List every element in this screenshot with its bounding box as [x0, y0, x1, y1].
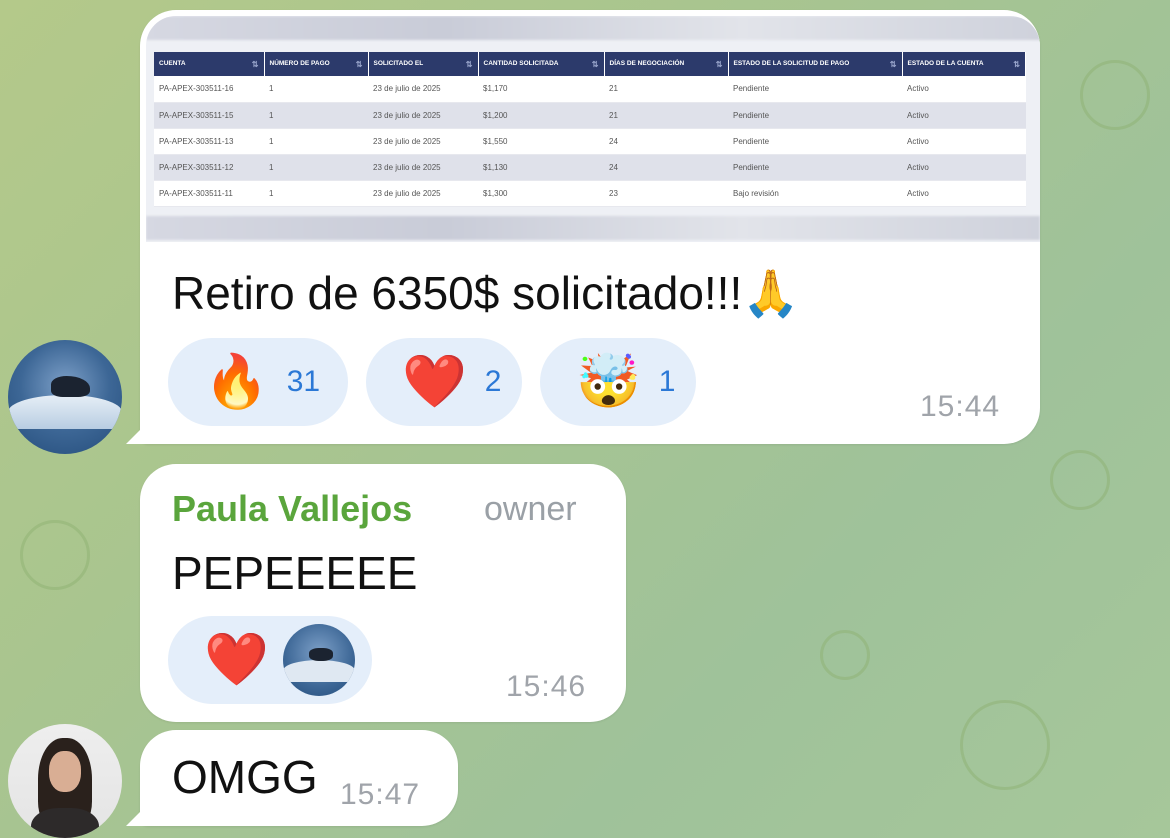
reaction-count: 1 — [658, 365, 676, 398]
fire-icon: 🔥 — [204, 353, 269, 411]
cell-account: PA-APEX-303511-12 — [154, 154, 264, 181]
cell-days: 24 — [604, 154, 728, 181]
cell-amount: $1,300 — [478, 180, 604, 207]
cell-amount: $1,550 — [478, 128, 604, 155]
reaction-count: 2 — [484, 365, 502, 398]
cell-days: 23 — [604, 180, 728, 207]
cell-request-status: Pendiente — [728, 128, 902, 155]
message-text: Retiro de 6350$ solicitado!!!🙏 — [172, 266, 800, 321]
cell-account: PA-APEX-303511-11 — [154, 180, 264, 207]
sender-name[interactable]: Paula Vallejos — [172, 488, 412, 530]
reactor-avatar — [282, 624, 355, 696]
cell-account: PA-APEX-303511-16 — [154, 76, 264, 103]
reaction-exploding-head[interactable]: 🤯 1 — [540, 338, 696, 426]
message-bubble-paula[interactable]: Paula Vallejos owner PEPEEEEE ❤️ 15:46 — [140, 464, 626, 722]
message-text-content: Retiro de 6350$ solicitado!!! — [172, 267, 743, 319]
column-header: SOLICITADO EL ⇅ — [368, 52, 479, 76]
cell-account-status: Activo — [902, 128, 1026, 155]
cell-account-status: Activo — [902, 180, 1026, 207]
reaction-count: 31 — [286, 365, 321, 398]
background-doodle — [1050, 450, 1110, 510]
cell-payment-number: 1 — [264, 76, 368, 103]
background-doodle — [820, 630, 870, 680]
cell-request-status: Pendiente — [728, 154, 902, 181]
payments-table: CUENTA ⇅ NÚMERO DE PAGO ⇅ SOLICITADO EL ⇅ C… — [154, 52, 1026, 207]
reaction-heart[interactable]: ❤️ 2 — [366, 338, 522, 426]
avatar-face — [49, 751, 81, 793]
exploding-head-icon: 🤯 — [576, 353, 641, 411]
heart-icon: ❤️ — [204, 631, 269, 689]
table-row: PA-APEX-303511-13 1 23 de julio de 2025 … — [154, 128, 1026, 155]
cell-account-status: Activo — [902, 102, 1026, 129]
cell-request-status: Pendiente — [728, 76, 902, 103]
cell-amount: $1,200 — [478, 102, 604, 129]
avatar-jetski — [51, 376, 91, 397]
column-header: ESTADO DE LA CUENTA ⇅ — [902, 52, 1026, 76]
cell-requested-on: 23 de julio de 2025 — [368, 128, 478, 155]
cell-days: 21 — [604, 76, 728, 103]
background-doodle — [20, 520, 90, 590]
cell-requested-on: 23 de julio de 2025 — [368, 102, 478, 129]
bubble-tail — [126, 804, 148, 826]
avatar-woman-user[interactable] — [8, 724, 122, 838]
cell-requested-on: 23 de julio de 2025 — [368, 154, 478, 181]
payments-table-image[interactable]: CUENTA ⇅ NÚMERO DE PAGO ⇅ SOLICITADO EL ⇅ C… — [146, 16, 1040, 242]
image-blur-top — [146, 16, 1040, 40]
heart-icon: ❤️ — [402, 353, 467, 411]
column-header: NÚMERO DE PAGO ⇅ — [264, 52, 369, 76]
table-header-row: CUENTA ⇅ NÚMERO DE PAGO ⇅ SOLICITADO EL ⇅ C… — [154, 52, 1026, 76]
cell-days: 21 — [604, 102, 728, 129]
message-time: 15:46 — [506, 670, 587, 703]
table-row: PA-APEX-303511-15 1 23 de julio de 2025 … — [154, 102, 1026, 129]
message-bubble-withdrawal[interactable]: CUENTA ⇅ NÚMERO DE PAGO ⇅ SOLICITADO EL ⇅ C… — [126, 10, 1040, 444]
cell-account-status: Activo — [902, 76, 1026, 103]
background-doodle — [1080, 60, 1150, 130]
cell-request-status: Pendiente — [728, 102, 902, 129]
avatar-body — [30, 808, 100, 838]
cell-request-status: Bajo revisión — [728, 180, 902, 207]
cell-requested-on: 23 de julio de 2025 — [368, 76, 478, 103]
avatar-wave — [8, 394, 122, 429]
cell-payment-number: 1 — [264, 128, 368, 155]
sender-role-badge: owner — [484, 490, 577, 528]
cell-amount: $1,130 — [478, 154, 604, 181]
cell-payment-number: 1 — [264, 102, 368, 129]
table-row: PA-APEX-303511-16 1 23 de julio de 2025 … — [154, 76, 1026, 103]
cell-payment-number: 1 — [264, 180, 368, 207]
image-blur-bottom — [146, 216, 1040, 240]
message-text: OMGG — [172, 751, 318, 803]
cell-account: PA-APEX-303511-13 — [154, 128, 264, 155]
cell-requested-on: 23 de julio de 2025 — [368, 180, 478, 207]
reaction-fire[interactable]: 🔥 31 — [168, 338, 348, 426]
column-header: CANTIDAD SOLICITADA ⇅ — [478, 52, 605, 76]
column-header: DÍAS DE NEGOCIACIÓN ⇅ — [604, 52, 729, 76]
reaction-heart[interactable]: ❤️ — [168, 616, 372, 704]
background-doodle — [960, 700, 1050, 790]
cell-account-status: Activo — [902, 154, 1026, 181]
pray-emoji: 🙏 — [742, 267, 800, 319]
table-row: PA-APEX-303511-12 1 23 de julio de 2025 … — [154, 154, 1026, 181]
message-text: PEPEEEEE — [172, 547, 418, 599]
table-row: PA-APEX-303511-11 1 23 de julio de 2025 … — [154, 180, 1026, 207]
column-header: ESTADO DE LA SOLICITUD DE PAGO ⇅ — [728, 52, 903, 76]
cell-days: 24 — [604, 128, 728, 155]
message-time: 15:44 — [920, 390, 1001, 423]
message-bubble-omgg[interactable]: OMGG 15:47 — [126, 730, 458, 826]
cell-payment-number: 1 — [264, 154, 368, 181]
cell-amount: $1,170 — [478, 76, 604, 103]
avatar-jetski-user[interactable] — [8, 340, 122, 454]
bubble-tail — [126, 422, 148, 444]
cell-account: PA-APEX-303511-15 — [154, 102, 264, 129]
column-header: CUENTA ⇅ — [154, 52, 265, 76]
message-time: 15:47 — [340, 778, 421, 811]
